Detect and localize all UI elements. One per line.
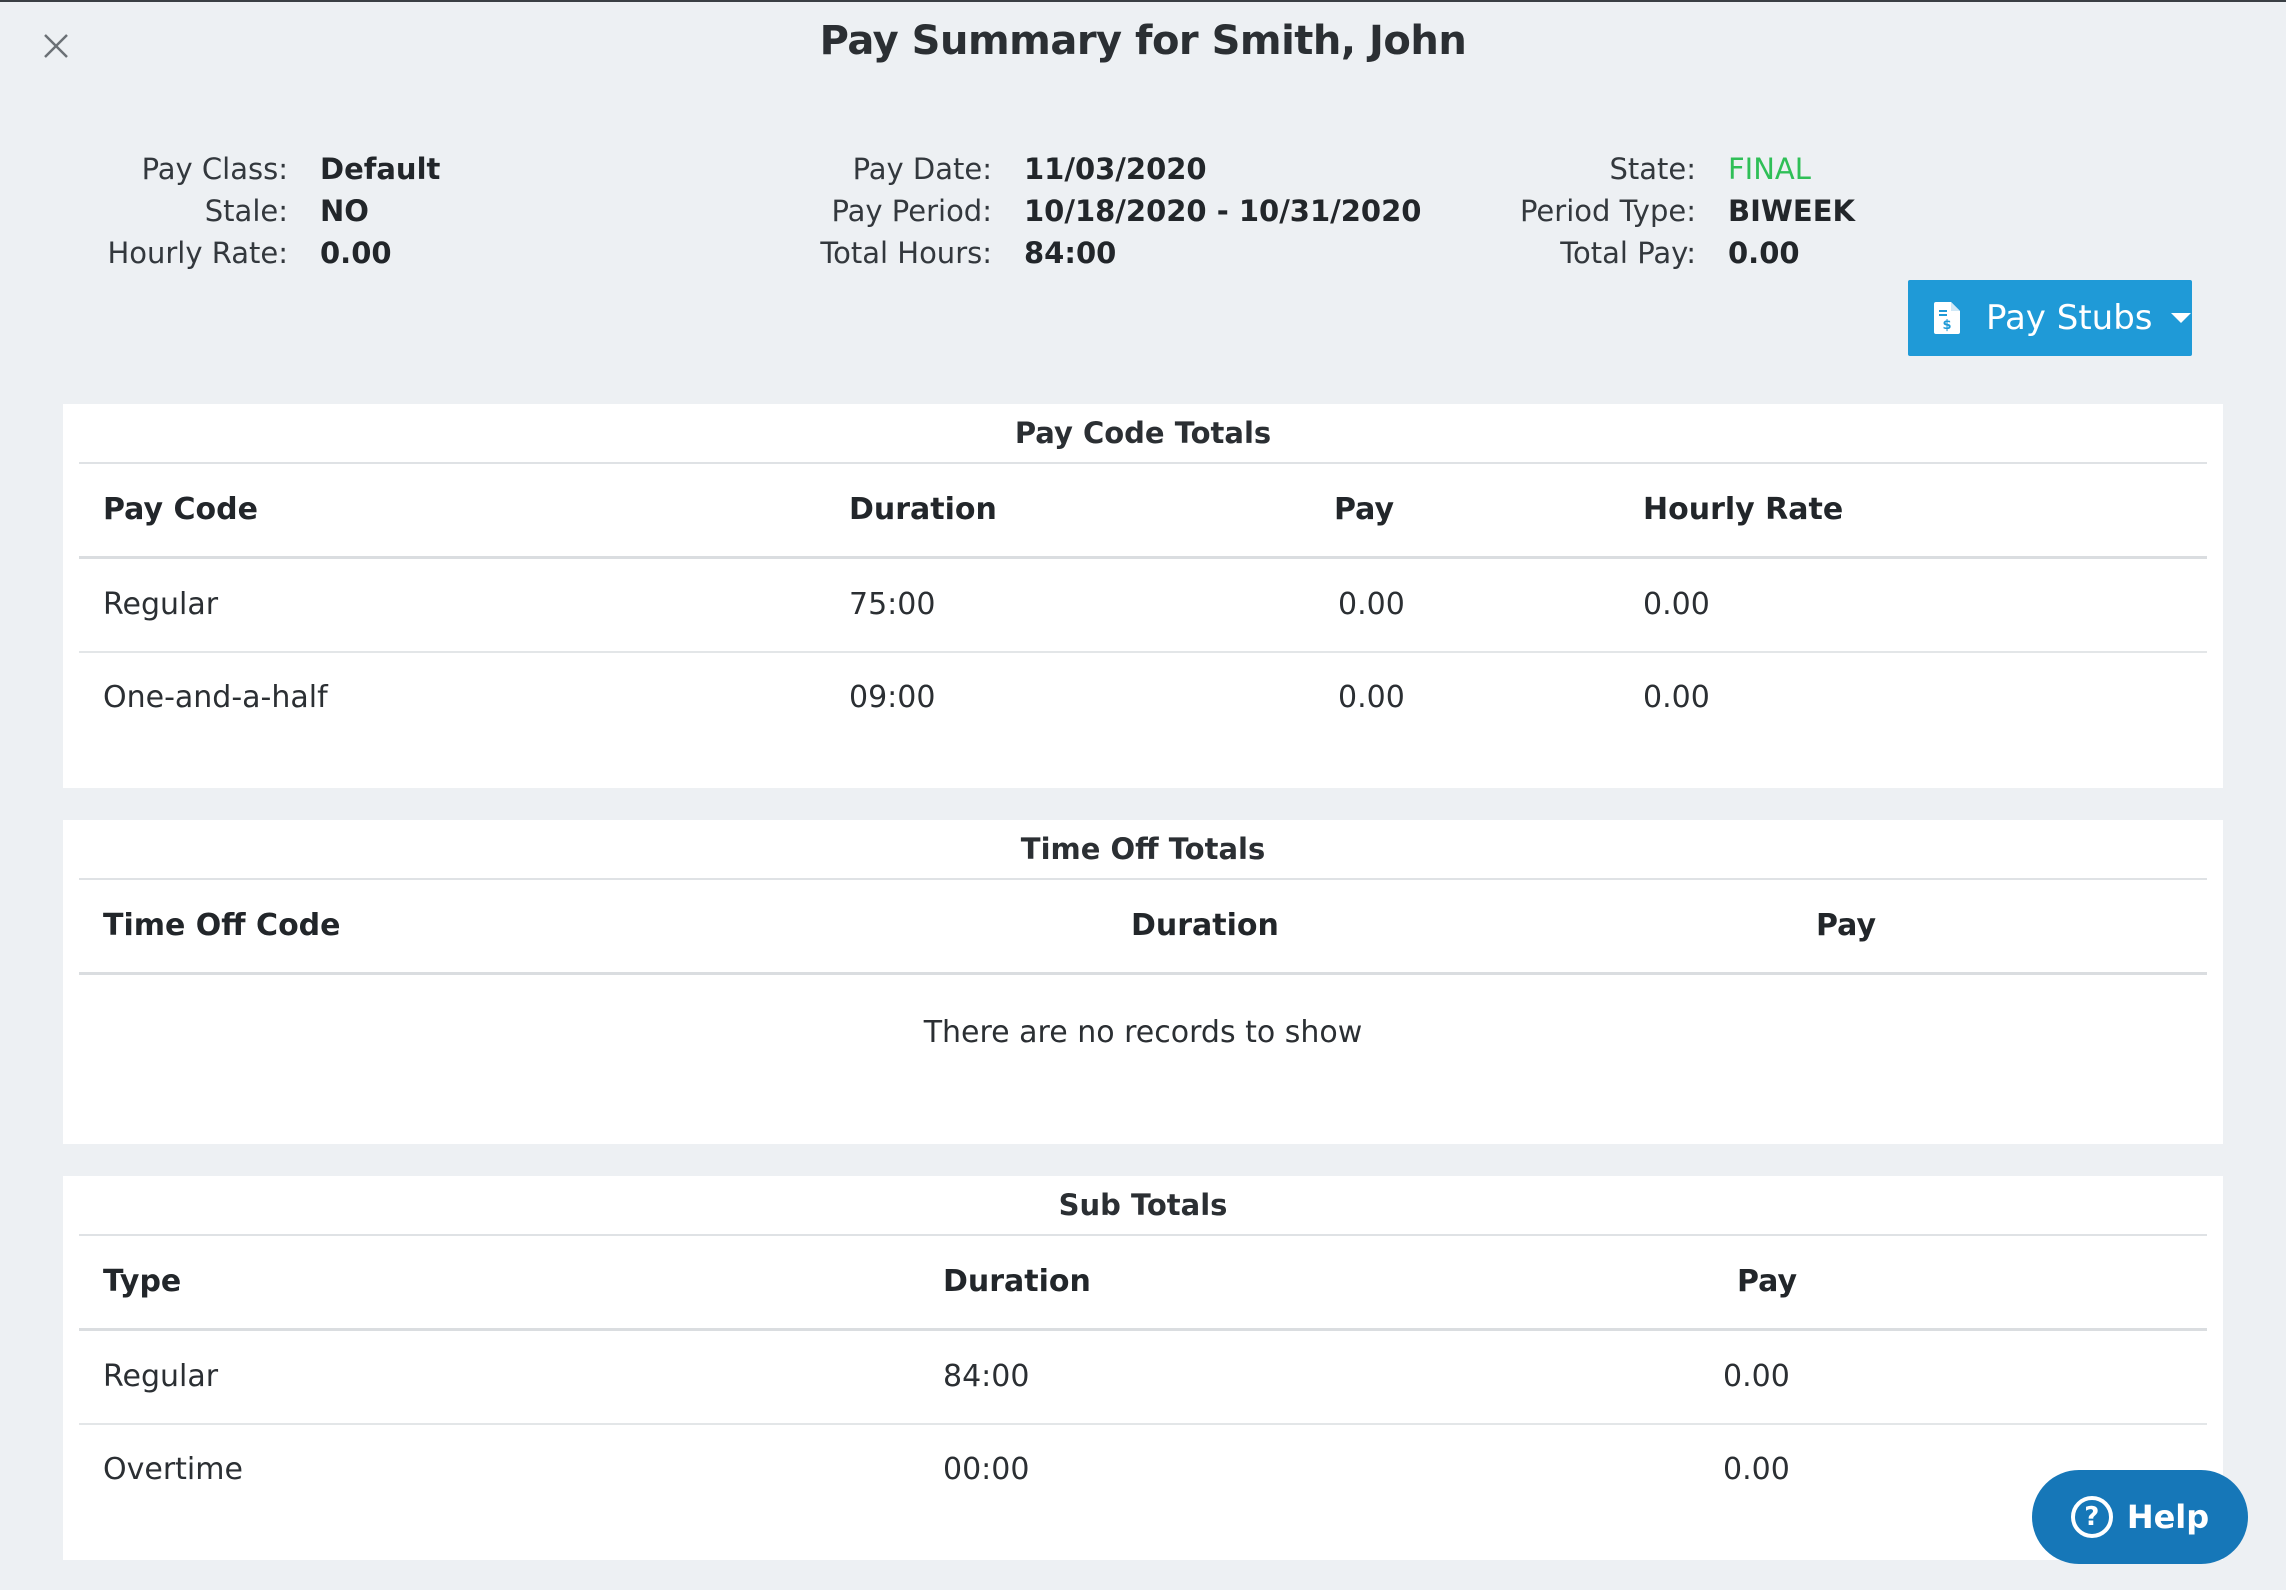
info-value: NO [320, 194, 369, 228]
cell-hourly-rate: 0.00 [1643, 680, 1710, 715]
panel-title: Time Off Totals [79, 820, 2207, 880]
cell-hourly-rate: 0.00 [1643, 587, 1710, 622]
table-row: Overtime 00:00 0.00 [79, 1424, 2207, 1516]
pay-stubs-label: Pay Stubs [1986, 298, 2153, 338]
cell-pay-code: Regular [103, 587, 219, 622]
time-off-totals-panel: Time Off Totals Time Off Code Duration P… [63, 820, 2223, 1144]
column-header-hourly-rate[interactable]: Hourly Rate [1643, 464, 1843, 556]
table-header: Type Duration Pay [79, 1236, 2207, 1331]
document-dollar-icon: $ [1934, 302, 1960, 334]
sub-totals-panel: Sub Totals Type Duration Pay Regular 84:… [63, 1176, 2223, 1560]
column-header-duration[interactable]: Duration [849, 464, 997, 556]
info-value: Default [320, 152, 441, 186]
panel-title: Pay Code Totals [79, 404, 2207, 464]
panel-title: Sub Totals [79, 1176, 2207, 1236]
column-header-pay-code[interactable]: Pay Code [103, 464, 258, 556]
info-label: Pay Class: [141, 152, 288, 186]
page-title: Pay Summary for Smith, John [819, 18, 1467, 64]
help-button[interactable]: ? Help [2032, 1470, 2248, 1564]
svg-text:$: $ [1942, 318, 1951, 333]
cell-pay: 0.00 [1723, 1359, 1790, 1394]
info-label: Total Pay: [1560, 236, 1696, 270]
chevron-down-icon [2170, 313, 2191, 323]
info-label: Period Type: [1519, 194, 1696, 228]
cell-type: Regular [103, 1359, 219, 1394]
cell-duration: 09:00 [849, 680, 936, 715]
cell-pay: 0.00 [1338, 680, 1405, 715]
question-circle-icon: ? [2070, 1496, 2113, 1538]
info-value: BIWEEK [1728, 194, 1855, 228]
info-label: Stale: [204, 194, 288, 228]
column-header-pay[interactable]: Pay [1334, 464, 1394, 556]
column-header-pay[interactable]: Pay [1737, 1236, 1797, 1328]
info-label: Total Hours: [820, 236, 992, 270]
help-label: Help [2126, 1498, 2210, 1536]
cell-duration: 75:00 [849, 587, 936, 622]
info-value: 0.00 [1728, 236, 1800, 270]
column-header-time-off-code[interactable]: Time Off Code [103, 880, 341, 972]
info-value: 11/03/2020 [1024, 152, 1207, 186]
cell-pay-code: One-and-a-half [103, 680, 328, 715]
empty-table-message: There are no records to show [923, 1015, 1363, 1050]
table-header: Time Off Code Duration Pay [79, 880, 2207, 975]
table-row: One-and-a-half 09:00 0.00 0.00 [79, 652, 2207, 744]
pay-stubs-dropdown-button[interactable]: $ Pay Stubs [1908, 280, 2192, 356]
window-top-border [0, 0, 2286, 2]
info-value: 84:00 [1024, 236, 1117, 270]
cell-pay: 0.00 [1338, 587, 1405, 622]
info-label: Hourly Rate: [107, 236, 288, 270]
info-label: Pay Date: [852, 152, 992, 186]
column-header-pay[interactable]: Pay [1816, 880, 1876, 972]
info-label: Pay Period: [831, 194, 992, 228]
state-final-status: FINAL [1728, 152, 1811, 186]
table-header: Pay Code Duration Pay Hourly Rate [79, 464, 2207, 559]
table-row: Regular 84:00 0.00 [79, 1331, 2207, 1425]
column-header-type[interactable]: Type [103, 1236, 181, 1328]
cell-duration: 00:00 [943, 1452, 1030, 1487]
info-value: 10/18/2020 - 10/31/2020 [1024, 194, 1422, 228]
cell-type: Overtime [103, 1452, 243, 1487]
column-header-duration[interactable]: Duration [943, 1236, 1091, 1328]
column-header-duration[interactable]: Duration [1131, 880, 1279, 972]
pay-code-totals-panel: Pay Code Totals Pay Code Duration Pay Ho… [63, 404, 2223, 788]
cell-pay: 0.00 [1723, 1452, 1790, 1487]
cell-duration: 84:00 [943, 1359, 1030, 1394]
table-row: Regular 75:00 0.00 0.00 [79, 559, 2207, 653]
info-value: 0.00 [320, 236, 392, 270]
info-label: State: [1609, 152, 1696, 186]
